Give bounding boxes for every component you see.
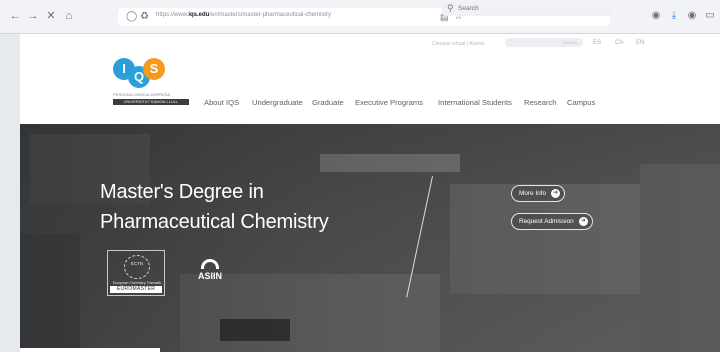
- ectn-seal-icon: [124, 255, 150, 279]
- shield-icon[interactable]: ◯: [126, 11, 137, 23]
- back-arrow-icon[interactable]: ←: [8, 9, 22, 23]
- search-icon: ⚲: [447, 3, 454, 13]
- utility-links[interactable]: Campus virtual | Alumni: [432, 41, 484, 47]
- hero-title-line1: Master's Degree in: [100, 181, 264, 203]
- logo-university: UNIVERSITAT RAMON LLULL: [113, 99, 189, 105]
- logo-tagline: PERSONA CIENCIA EMPRESA: [113, 92, 171, 97]
- asiin-logo: ASIIN: [192, 259, 228, 289]
- nav-campus[interactable]: Campus: [567, 98, 595, 107]
- iqs-logo[interactable]: I Q S: [113, 56, 165, 90]
- nav-research[interactable]: Research: [524, 98, 557, 107]
- browser-toolbar: ← → ✕ ⌂ ◯ ♻ https://www.iqs.edu/en/maste…: [0, 0, 720, 34]
- euromaster-badge: ECTN European Chemistry Thematic Network…: [107, 250, 165, 296]
- lang-ca[interactable]: CA: [615, 40, 623, 46]
- hero-overlay: [20, 124, 720, 352]
- nav-about-iqs[interactable]: About IQS: [204, 98, 239, 107]
- home-icon[interactable]: ⌂: [62, 9, 76, 23]
- pocket-icon[interactable]: ◉: [650, 10, 662, 22]
- forward-arrow-icon[interactable]: →: [26, 9, 40, 23]
- nav-international-students[interactable]: International Students: [438, 98, 512, 107]
- browser-search-input[interactable]: ⚲ Search: [442, 2, 612, 16]
- lang-en[interactable]: EN: [636, 40, 644, 46]
- nav-undergraduate[interactable]: Undergraduate: [252, 98, 303, 107]
- extensions-icon[interactable]: ▭: [704, 10, 716, 22]
- hero-title-line2: Pharmaceutical Chemistry: [100, 211, 329, 233]
- request-admission-button[interactable]: Request Admission ➜: [511, 213, 593, 230]
- hero-banner: Master's Degree in Pharmaceutical Chemis…: [20, 124, 720, 352]
- site-header: Campus virtual | Alumni Search ES CA EN …: [20, 34, 720, 124]
- site-search-input[interactable]: Search: [505, 38, 583, 47]
- status-strip: [20, 348, 160, 352]
- arrow-right-icon: ➜: [551, 188, 560, 198]
- asiin-arch-icon: [201, 259, 219, 269]
- download-icon[interactable]: ⤓: [668, 10, 680, 22]
- stop-loading-icon[interactable]: ✕: [44, 9, 58, 23]
- account-icon[interactable]: ◉: [686, 10, 698, 22]
- arrow-right-icon: ➜: [578, 216, 588, 226]
- nav-executive-programs[interactable]: Executive Programs: [355, 98, 423, 107]
- more-info-button[interactable]: More Info ➜: [511, 185, 565, 202]
- lang-es[interactable]: ES: [593, 40, 601, 46]
- url-text[interactable]: https://www.iqs.edu/en/masters/master-ph…: [156, 12, 331, 18]
- nav-graduate[interactable]: Graduate: [312, 98, 344, 107]
- lock-icon[interactable]: ♻: [140, 11, 149, 23]
- logo-letter-s: S: [143, 58, 165, 80]
- web-page: Campus virtual | Alumni Search ES CA EN …: [20, 34, 720, 352]
